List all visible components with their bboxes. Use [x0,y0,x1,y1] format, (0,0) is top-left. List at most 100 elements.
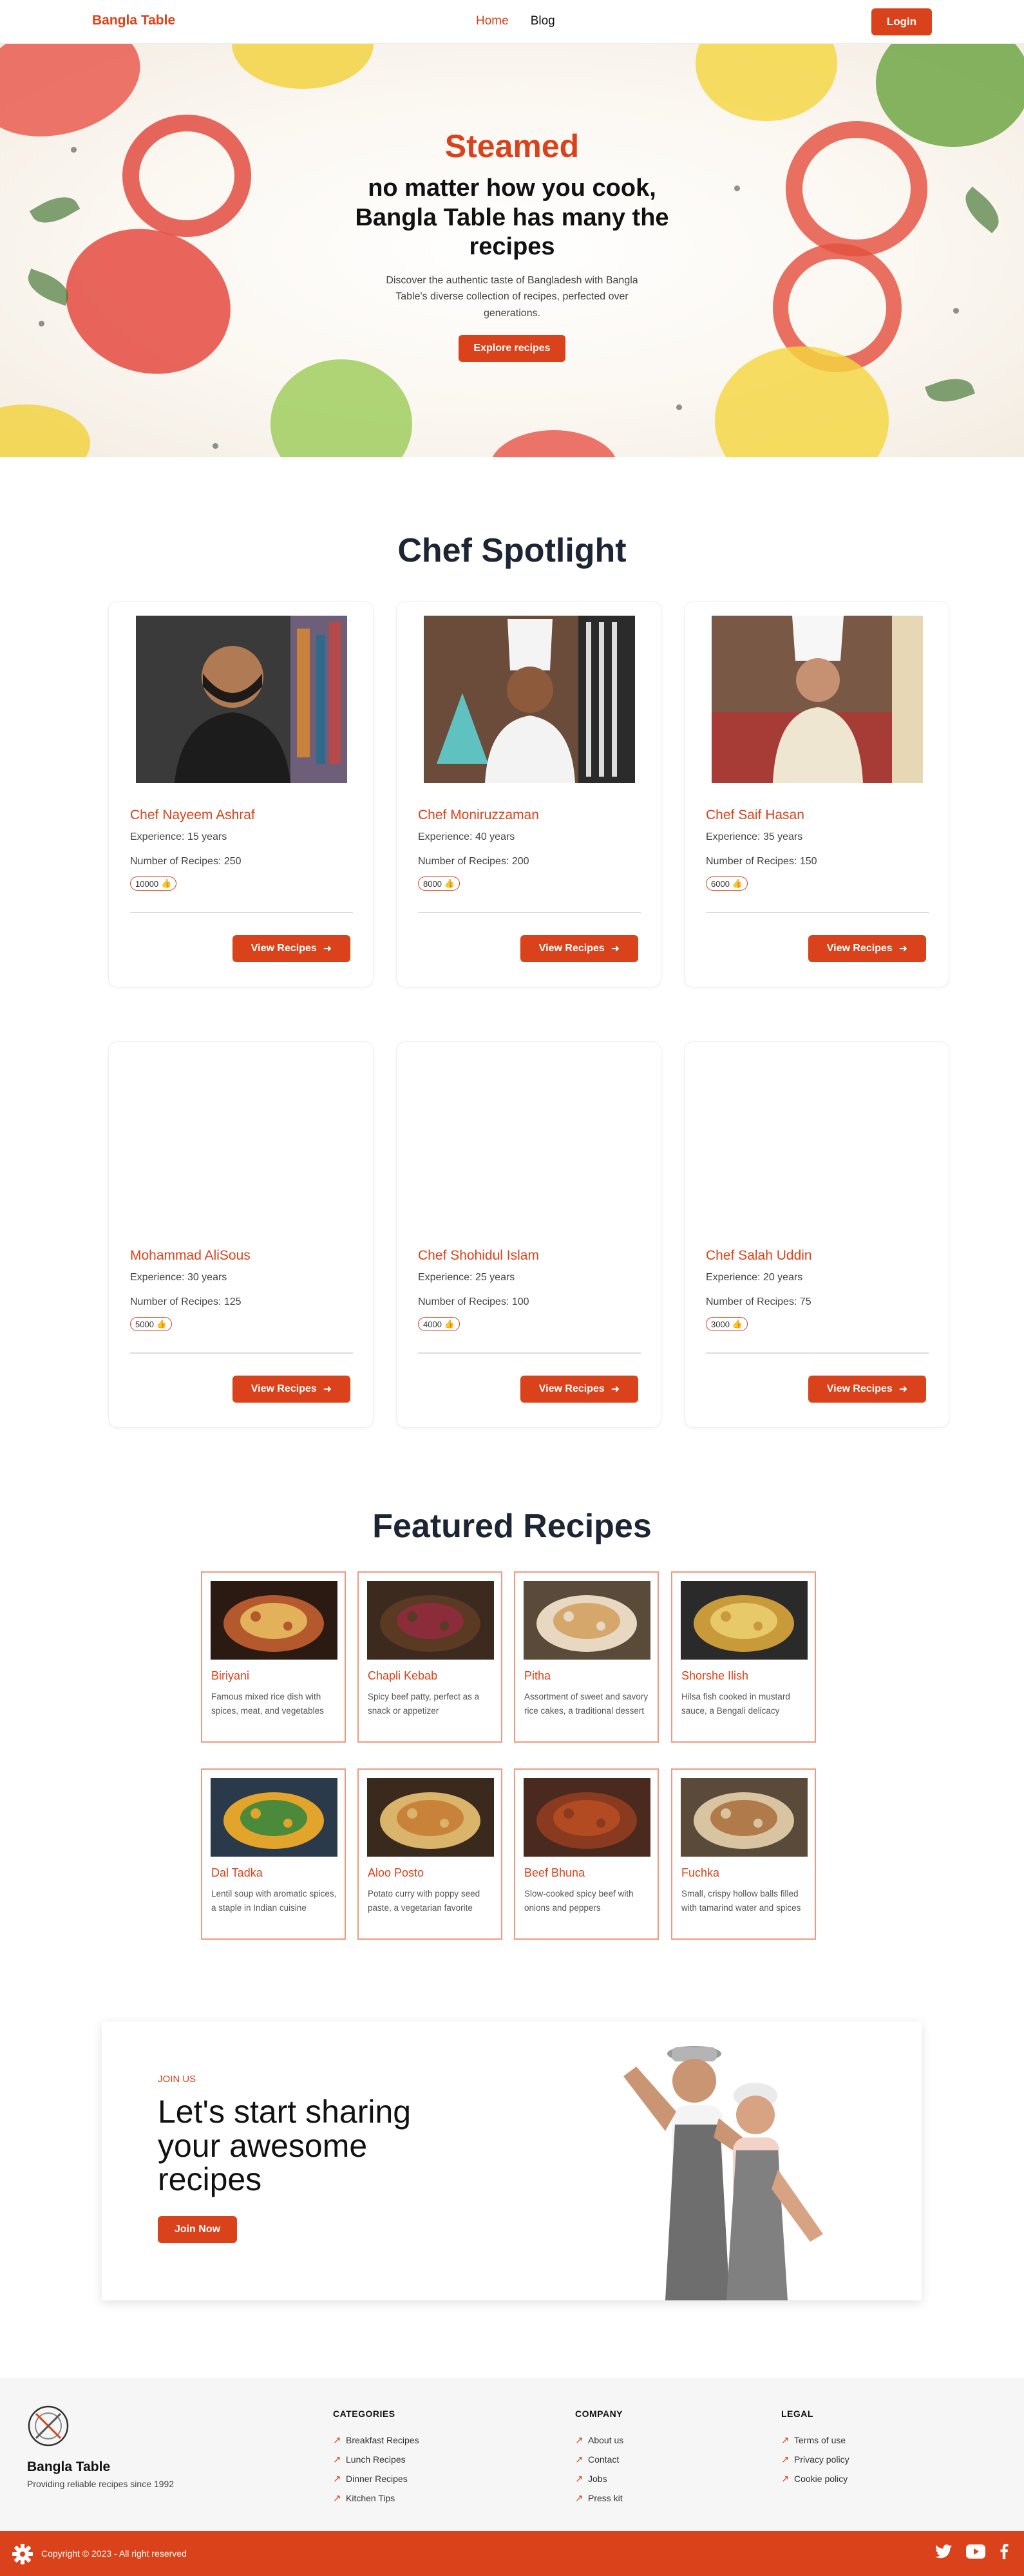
footer-link[interactable]: ↗ Contact [575,2450,623,2469]
login-button[interactable]: Login [871,8,932,35]
recipe-card[interactable]: Dal Tadka Lentil soup with aromatic spice… [201,1768,346,1940]
footer-col-legal: LEGAL ↗ Terms of use ↗ Privacy policy ↗ Coo… [781,2409,849,2488]
arrow-right-icon: ➜ [323,943,332,954]
recipe-card[interactable]: Beef Bhuna Slow-cooked spicy beef with on… [514,1768,659,1940]
peppercorn-decoration [953,308,959,314]
chef-card: Chef Shohidul Islam Experience: 25 years N… [396,1041,661,1428]
featured-recipes-title: Featured Recipes [372,1508,652,1545]
footer-link-label[interactable]: Jobs [588,2474,607,2484]
top-navbar: Bangla Table Home Blog Login [0,0,1024,44]
arrow-up-right-icon: ↗ [575,2435,583,2446]
thumbs-up-icon: 👍 [444,1319,455,1329]
recipe-photo [681,1778,808,1857]
chef-name: Chef Shohidul Islam [418,1248,539,1263]
chef-experience: Experience: 40 years [418,831,515,842]
footer-link[interactable]: ↗ Lunch Recipes [333,2450,419,2469]
nav-link-home[interactable]: Home [476,14,509,28]
footer-brand: Bangla Table [27,2459,111,2474]
recipe-card[interactable]: Chapli Kebab Spicy beef patty, perfect as… [357,1571,502,1743]
recipe-card[interactable]: Biriyani Famous mixed rice dish with spic… [201,1571,346,1743]
footer-link[interactable]: ↗ Privacy policy [781,2450,849,2469]
recipe-name: Shorshe Ilish [681,1669,749,1682]
footer-link-label[interactable]: Dinner Recipes [346,2474,408,2484]
chefs-illustration [623,2046,823,2300]
view-recipes-label: View Recipes [251,1383,317,1394]
pepper-decoration [122,115,251,237]
footer-link-label[interactable]: About us [588,2435,623,2445]
arrow-right-icon: ➜ [611,943,620,954]
footer-col-company: COMPANY ↗ About us ↗ Contact ↗ Jobs ↗ Press … [575,2409,623,2508]
join-us-card: JOIN US Let's start sharing your awesome… [102,2022,922,2300]
peppercorn-decoration [39,321,44,327]
recipe-card[interactable]: Fuchka Small, crispy hollow balls filled … [671,1768,816,1940]
footer-link-label[interactable]: Kitchen Tips [346,2493,395,2503]
view-recipes-button[interactable]: View Recipes ➜ [520,1376,638,1403]
view-recipes-button[interactable]: View Recipes ➜ [232,1376,350,1403]
view-recipes-label: View Recipes [538,943,605,954]
likes-badge: 4000 👍 [418,1317,460,1331]
footer-link-label[interactable]: Cookie policy [794,2474,848,2484]
view-recipes-button[interactable]: View Recipes ➜ [808,1376,926,1403]
nav-link-blog[interactable]: Blog [531,14,555,28]
footer-link[interactable]: ↗ Jobs [575,2469,623,2488]
view-recipes-button[interactable]: View Recipes ➜ [520,935,638,962]
recipe-description: Small, crispy hollow balls filled with t… [681,1889,801,1913]
pepper-decoration [696,44,837,121]
likes-count: 8000 [423,878,442,889]
join-now-button[interactable]: Join Now [158,2216,237,2243]
footer-link[interactable]: ↗ Cookie policy [781,2469,849,2488]
recipe-description: Famous mixed rice dish with spices, meat… [211,1692,324,1716]
hero-banner: Steamed no matter how you cook, Bangla T… [0,44,1024,457]
youtube-icon[interactable] [966,2544,985,2559]
brand-logo-icon[interactable] [27,2405,70,2447]
footer-link[interactable]: ↗ Terms of use [781,2430,849,2450]
recipe-card[interactable]: Pitha Assortment of sweet and savory rice… [514,1571,659,1743]
footer-link[interactable]: ↗ About us [575,2430,623,2450]
recipe-photo [367,1778,494,1857]
footer-link[interactable]: ↗ Dinner Recipes [333,2469,419,2488]
footer-link-label[interactable]: Press kit [588,2493,623,2503]
footer-link[interactable]: ↗ Breakfast Recipes [333,2430,419,2450]
chef-photo [424,616,635,783]
chef-experience: Experience: 30 years [130,1272,227,1283]
social-links [935,2544,1009,2559]
footer-link-label[interactable]: Contact [588,2454,619,2465]
chef-spotlight-title: Chef Spotlight [397,532,627,569]
recipe-name: Aloo Posto [368,1866,424,1879]
likes-count: 6000 [711,878,730,889]
herb-leaf-decoration [29,188,81,232]
footer-link[interactable]: ↗ Kitchen Tips [333,2488,419,2508]
divider [706,912,929,913]
recipe-card[interactable]: Shorshe Ilish Hilsa fish cooked in mustar… [671,1571,816,1743]
footer-col-title: CATEGORIES [333,2409,395,2419]
likes-badge: 8000 👍 [418,876,460,891]
recipe-card[interactable]: Aloo Posto Potato curry with poppy seed p… [357,1768,502,1940]
chef-card: Chef Saif Hasan Experience: 35 years Numbe… [684,601,949,987]
divider [130,912,353,913]
pepper-decoration [876,44,1024,147]
divider [418,912,641,913]
likes-badge: 5000 👍 [130,1317,173,1331]
arrow-up-right-icon: ↗ [575,2454,583,2465]
divider [130,1352,353,1354]
footer-link-label[interactable]: Terms of use [794,2435,846,2445]
view-recipes-button[interactable]: View Recipes ➜ [232,935,350,962]
likes-count: 5000 [135,1319,154,1329]
facebook-icon[interactable] [1000,2544,1009,2559]
likes-count: 4000 [423,1319,442,1329]
chef-card: Chef Moniruzzaman Experience: 40 years Num… [396,601,661,987]
twitter-icon[interactable] [935,2544,952,2559]
arrow-right-icon: ➜ [898,1384,908,1395]
explore-recipes-button[interactable]: Explore recipes [459,334,565,362]
footer-link-label[interactable]: Privacy policy [794,2454,849,2465]
arrow-up-right-icon: ↗ [575,2493,583,2504]
view-recipes-button[interactable]: View Recipes ➜ [808,935,926,962]
chef-experience: Experience: 15 years [130,831,227,842]
footer-tagline: Providing reliable recipes since 1992 [27,2479,175,2489]
footer-link-label[interactable]: Breakfast Recipes [346,2435,419,2445]
brand-logo-text[interactable]: Bangla Table [92,13,175,28]
footer: Bangla Table Providing reliable recipes … [0,2378,1024,2531]
footer-link-label[interactable]: Lunch Recipes [346,2454,406,2465]
footer-link[interactable]: ↗ Press kit [575,2488,623,2508]
chef-experience: Experience: 35 years [706,831,803,842]
